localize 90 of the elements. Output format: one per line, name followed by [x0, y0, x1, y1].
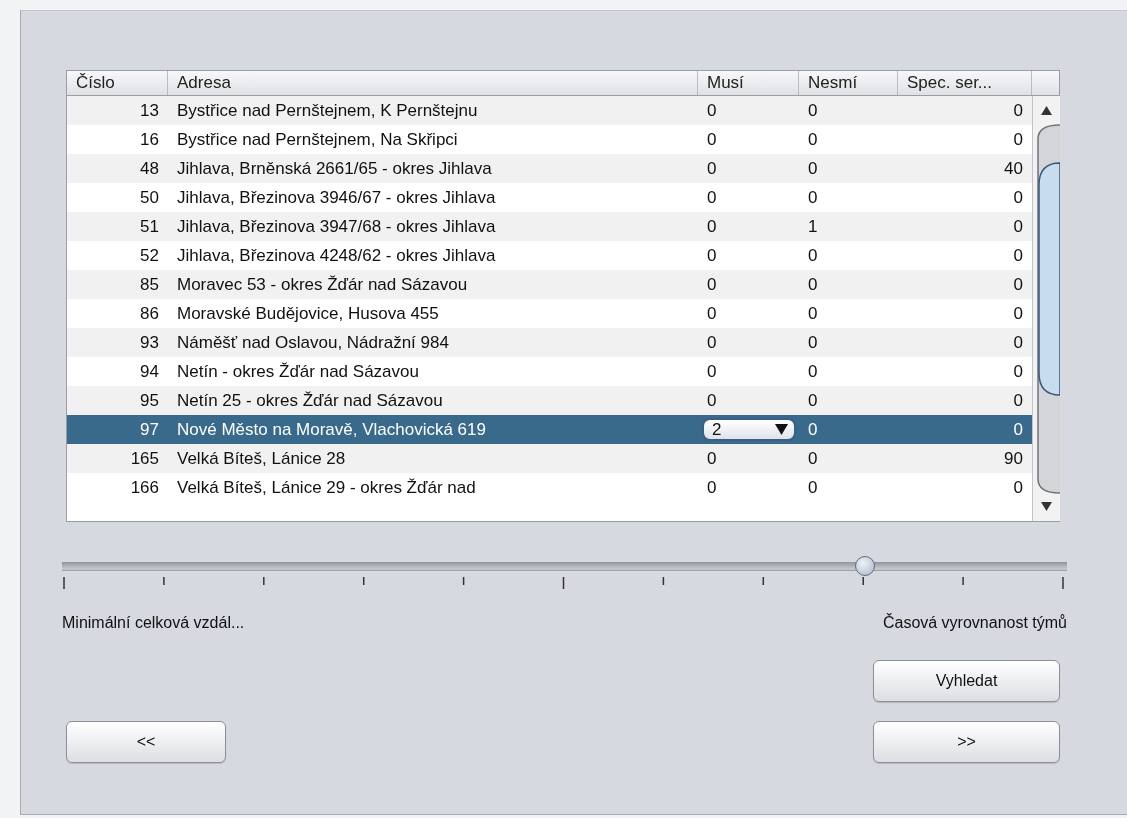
table-cell-text: 166 [129, 477, 160, 499]
table-cell-text: 0 [706, 129, 718, 151]
table-cell-text: 16 [139, 129, 160, 151]
slider-max-label: Časová vyrovnanost týmů [882, 614, 1067, 632]
table-cell-text: 165 [129, 448, 160, 470]
table-cell-text: 0 [706, 158, 718, 180]
column-header[interactable]: Adresa [168, 71, 698, 95]
table-cell-text: 48 [139, 158, 160, 180]
table-cell-text: 0 [1012, 129, 1024, 151]
table-cell-text: 0 [807, 274, 819, 296]
table-cell-text: Jihlava, Brněnská 2661/65 - okres Jihlava [176, 158, 493, 180]
table-cell-text: 51 [139, 216, 160, 238]
table-cell-text: Netín - okres Žďár nad Sázavou [176, 361, 420, 383]
table-cell-text: Netín 25 - okres Žďár nad Sázavou [176, 390, 444, 412]
table-cell-text: 0 [807, 361, 819, 383]
table-cell-text: 0 [807, 303, 819, 325]
value-dropdown[interactable]: 2 [702, 418, 796, 441]
column-header[interactable]: Nesmí [799, 71, 898, 95]
table-cell-text: 1 [807, 216, 819, 238]
table-cell-text: 13 [139, 100, 160, 122]
table-cell-text: 0 [706, 477, 718, 499]
search-button[interactable]: Vyhledat [873, 660, 1060, 702]
table-cell-text: 0 [807, 245, 819, 267]
table-cell-text: Velká Bíteš, Lánice 28 [176, 448, 347, 470]
table-cell-text: 0 [706, 187, 718, 209]
table-cell-text: 0 [1012, 100, 1024, 122]
table-cell-text: Moravec 53 - okres Žďár nad Sázavou [176, 274, 469, 296]
table-cell-text: 0 [1012, 477, 1024, 499]
table-cell-text: 0 [706, 332, 718, 354]
table-cell-text: 0 [706, 303, 718, 325]
table-cell-text: 0 [1012, 187, 1024, 209]
table-cell-text: 0 [1012, 216, 1024, 238]
table-row[interactable]: 165 Velká Bíteš, Lánice 28 0 0 90 [67, 444, 1032, 473]
table-cell-text: Náměšť nad Oslavou, Nádražní 984 [176, 332, 450, 354]
table-cell-text: 0 [807, 477, 819, 499]
table-cell-text: 0 [706, 274, 718, 296]
table-row[interactable]: 13 Bystřice nad Pernštejnem, K Pernštejnu 0 0 0 [67, 96, 1032, 125]
table-cell-text: Jihlava, Březinova 3946/67 - okres Jihlava [176, 187, 497, 209]
table-cell-text: 0 [807, 419, 819, 441]
table-cell-text: 0 [706, 390, 718, 412]
table-row[interactable]: 93 Náměšť nad Oslavou, Nádražní 984 0 0 0 [67, 328, 1032, 357]
table-cell-text: 97 [139, 419, 160, 441]
column-header[interactable]: Musí [698, 71, 799, 95]
table-cell-text: 0 [807, 332, 819, 354]
slider-thumb[interactable] [855, 556, 875, 576]
column-header[interactable]: Číslo [67, 71, 168, 95]
table-row[interactable]: 51 Jihlava, Březinova 3947/68 - okres Jihlava 0 1 0 [67, 212, 1032, 241]
table-cell-text: 0 [1012, 361, 1024, 383]
table-cell-text: Bystřice nad Pernštejnem, Na Skřipci [176, 129, 459, 151]
table-cell-text: 50 [139, 187, 160, 209]
table-cell-text: 0 [706, 361, 718, 383]
table-row[interactable]: 95 Netín 25 - okres Žďár nad Sázavou 0 0 0 [67, 386, 1032, 415]
table-cell-text: 0 [807, 448, 819, 470]
table-cell-text: Jihlava, Březinova 3947/68 - okres Jihlava [176, 216, 497, 238]
table-cell-text: 93 [139, 332, 160, 354]
table-cell-text: 85 [139, 274, 160, 296]
table-cell-text: 90 [1003, 448, 1024, 470]
table-cell-text: 94 [139, 361, 160, 383]
table-cell-text: Bystřice nad Pernštejnem, K Pernštejnu [176, 100, 479, 122]
table-cell-text: 86 [139, 303, 160, 325]
table-cell-text: Jihlava, Březinova 4248/62 - okres Jihlava [176, 245, 497, 267]
table-cell-text: 0 [807, 390, 819, 412]
next-button[interactable]: >> [873, 721, 1060, 763]
table-cell-text: 0 [1012, 332, 1024, 354]
table-cell-text: Moravské Budějovice, Husova 455 [176, 303, 440, 325]
table-row[interactable]: 85 Moravec 53 - okres Žďár nad Sázavou 0 0 0 [67, 270, 1032, 299]
table-cell-text: 0 [1012, 245, 1024, 267]
table-cell-text: Velká Bíteš, Lánice 29 - okres Žďár nad [176, 477, 477, 499]
table-cell-text: 0 [807, 187, 819, 209]
table-cell-text: 52 [139, 245, 160, 267]
table-cell-text: 0 [1012, 303, 1024, 325]
table-cell-text: 0 [807, 100, 819, 122]
table-cell-text: 0 [1012, 390, 1024, 412]
table-row[interactable]: 48 Jihlava, Brněnská 2661/65 - okres Jihlava 0 0 40 [67, 154, 1032, 183]
back-button[interactable]: << [66, 721, 226, 763]
table-cell-text: Nové Město na Moravě, Vlachovická 619 [176, 419, 487, 441]
table-cell-text: 0 [706, 448, 718, 470]
table-cell-text: 0 [706, 216, 718, 238]
slider-min-label: Minimální celková vzdál... [62, 614, 245, 632]
table-cell-text: 95 [139, 390, 160, 412]
table-cell-text: 0 [1012, 274, 1024, 296]
table-row[interactable]: 97 Nové Město na Moravě, Vlachovická 619 2 0 0 [67, 415, 1032, 444]
table-cell-text: 0 [706, 100, 718, 122]
table-cell-text: 0 [706, 245, 718, 267]
table-cell-text: 0 [1012, 419, 1024, 441]
column-header[interactable]: Spec. ser... [898, 71, 1032, 95]
dropdown-arrow-icon [775, 424, 788, 435]
table-cell-text: 0 [807, 129, 819, 151]
table-cell-text: 0 [807, 158, 819, 180]
table-cell-text: 40 [1003, 158, 1024, 180]
